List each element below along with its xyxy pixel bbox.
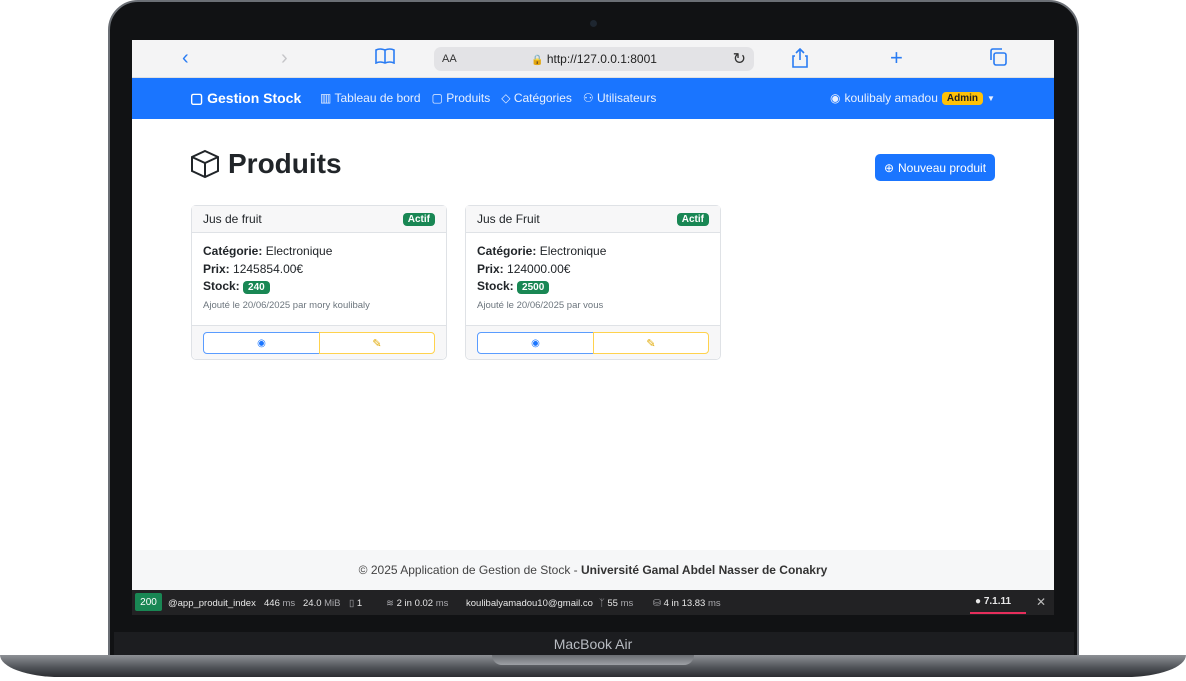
screen: ‹ › AA 🔒 http://127.0.0.1:8001 ↻ + ▢ Ges… xyxy=(132,40,1054,615)
price-label: Prix: xyxy=(477,261,504,276)
view-button[interactable]: ◉ xyxy=(203,332,320,354)
reload-icon[interactable]: ↻ xyxy=(733,49,746,69)
lock-icon: 🔒 xyxy=(531,55,544,66)
users-icon: ⚇ xyxy=(582,91,594,105)
browser-toolbar: ‹ › AA 🔒 http://127.0.0.1:8001 ↻ + xyxy=(132,40,1054,78)
stock-badge: 2500 xyxy=(517,281,550,294)
book-icon[interactable] xyxy=(375,48,395,70)
camera xyxy=(590,20,597,27)
layers-icon: ≋ xyxy=(386,598,394,609)
box-icon: ▢ xyxy=(431,91,443,105)
new-product-button[interactable]: ⊕ Nouveau produit xyxy=(875,154,995,181)
pencil-icon: ✎ xyxy=(646,337,656,350)
category-value: Electronique xyxy=(265,244,333,258)
laptop-notch xyxy=(492,655,694,665)
price-label: Prix: xyxy=(203,261,230,276)
pencil-icon: ✎ xyxy=(372,337,382,350)
product-card: Jus de fruit Actif Catégorie: Electroniq… xyxy=(191,205,447,360)
card-footer: ◉ ✎ xyxy=(192,325,446,359)
brand-link[interactable]: ▢ Gestion Stock xyxy=(190,90,301,107)
product-card: Jus de Fruit Actif Catégorie: Electroniq… xyxy=(465,205,721,360)
role-badge: Admin xyxy=(941,91,983,105)
url-text: 🔒 http://127.0.0.1:8001 xyxy=(531,52,657,66)
status-badge: Actif xyxy=(402,212,435,226)
chart-icon: ▥ xyxy=(320,91,332,105)
route-name[interactable]: @app_produit_index xyxy=(168,598,256,609)
eye-icon: ◉ xyxy=(257,337,266,349)
share-icon[interactable] xyxy=(792,47,808,72)
back-icon[interactable]: ‹ xyxy=(182,48,189,68)
page-title: Produits xyxy=(190,148,342,180)
edit-button[interactable]: ✎ xyxy=(319,332,435,354)
device-name: MacBook Air xyxy=(553,636,633,652)
file-icon: ▯ xyxy=(349,598,355,609)
close-icon[interactable]: ✕ xyxy=(1036,595,1046,609)
symfony-icon: ● xyxy=(975,596,982,607)
product-name: Jus de Fruit xyxy=(477,212,540,226)
forward-icon[interactable]: › xyxy=(281,48,288,68)
card-header: Jus de Fruit Actif xyxy=(466,206,720,233)
plus-circle-icon: ⊕ xyxy=(883,160,894,175)
tag-icon: ◇ xyxy=(501,91,511,105)
card-body: Catégorie: Electronique Prix: 124000.00€… xyxy=(466,233,720,311)
stock-badge: 240 xyxy=(243,281,270,294)
status-code-badge[interactable]: 200 xyxy=(135,593,162,611)
new-tab-icon[interactable]: + xyxy=(890,47,903,69)
card-body: Catégorie: Electronique Prix: 1245854.00… xyxy=(192,233,446,311)
debug-toolbar: 200 @app_produit_index 446 ms 24.0 MiB ▯… xyxy=(132,590,1054,615)
symfony-version[interactable]: ● 7.1.11 xyxy=(975,596,1011,607)
box-icon xyxy=(191,149,219,179)
view-button[interactable]: ◉ xyxy=(477,332,594,354)
card-footer: ◉ ✎ xyxy=(466,325,720,359)
cache-info[interactable]: ≋ 2 in 0.02 ms xyxy=(386,598,448,609)
nav-links: ▥ Tableau de bord ▢ Produits ◇ Catégorie… xyxy=(320,91,656,105)
memory-usage[interactable]: 24.0 MiB xyxy=(303,598,341,609)
stock-label: Stock: xyxy=(477,279,514,293)
requests-count[interactable]: ▯ 1 xyxy=(349,598,362,609)
footer-text: © 2025 Application de Gestion de Stock - xyxy=(358,563,581,577)
nav-categories[interactable]: ◇ Catégories xyxy=(501,91,572,105)
version-underline xyxy=(970,612,1026,614)
twig-icon: ᛉ xyxy=(599,598,605,609)
app-navbar: ▢ Gestion Stock ▥ Tableau de bord ▢ Prod… xyxy=(132,78,1054,119)
tabs-overview-icon[interactable] xyxy=(989,48,1007,70)
address-bar[interactable]: AA 🔒 http://127.0.0.1:8001 ↻ xyxy=(434,47,754,71)
caret-down-icon: ▼ xyxy=(987,93,995,103)
database-info[interactable]: ⛁ 4 in 13.83 ms xyxy=(653,598,721,609)
product-name: Jus de fruit xyxy=(203,212,262,226)
footer-university: Université Gamal Abdel Nasser de Conakry xyxy=(580,563,828,577)
security-user[interactable]: koulibalyamadou10@gmail.co xyxy=(466,598,593,609)
user-circle-icon: ◉ xyxy=(830,91,841,105)
status-badge: Actif xyxy=(676,212,709,226)
twig-info[interactable]: ᛉ 55 ms xyxy=(599,598,633,609)
database-icon: ⛁ xyxy=(653,598,661,609)
nav-products[interactable]: ▢ Produits xyxy=(432,91,491,105)
category-label: Catégorie: xyxy=(477,244,537,258)
category-value: Electronique xyxy=(539,244,607,258)
price-value: 1245854.00€ xyxy=(233,261,304,276)
request-time[interactable]: 446 ms xyxy=(264,598,295,609)
box-icon: ▢ xyxy=(190,90,204,106)
eye-icon: ◉ xyxy=(531,337,540,349)
page-footer: © 2025 Application de Gestion de Stock -… xyxy=(132,550,1054,590)
stock-label: Stock: xyxy=(203,279,240,293)
user-menu[interactable]: ◉ koulibaly amadou Admin ▼ xyxy=(830,91,995,105)
card-header: Jus de fruit Actif xyxy=(192,206,446,233)
nav-dashboard[interactable]: ▥ Tableau de bord xyxy=(320,91,421,105)
edit-button[interactable]: ✎ xyxy=(593,332,709,354)
price-value: 124000.00€ xyxy=(507,261,571,276)
category-label: Catégorie: xyxy=(203,244,263,258)
added-info: Ajouté le 20/06/2025 par vous xyxy=(477,299,604,311)
nav-users[interactable]: ⚇ Utilisateurs xyxy=(583,91,656,105)
added-info: Ajouté le 20/06/2025 par mory koulibaly xyxy=(203,299,370,311)
